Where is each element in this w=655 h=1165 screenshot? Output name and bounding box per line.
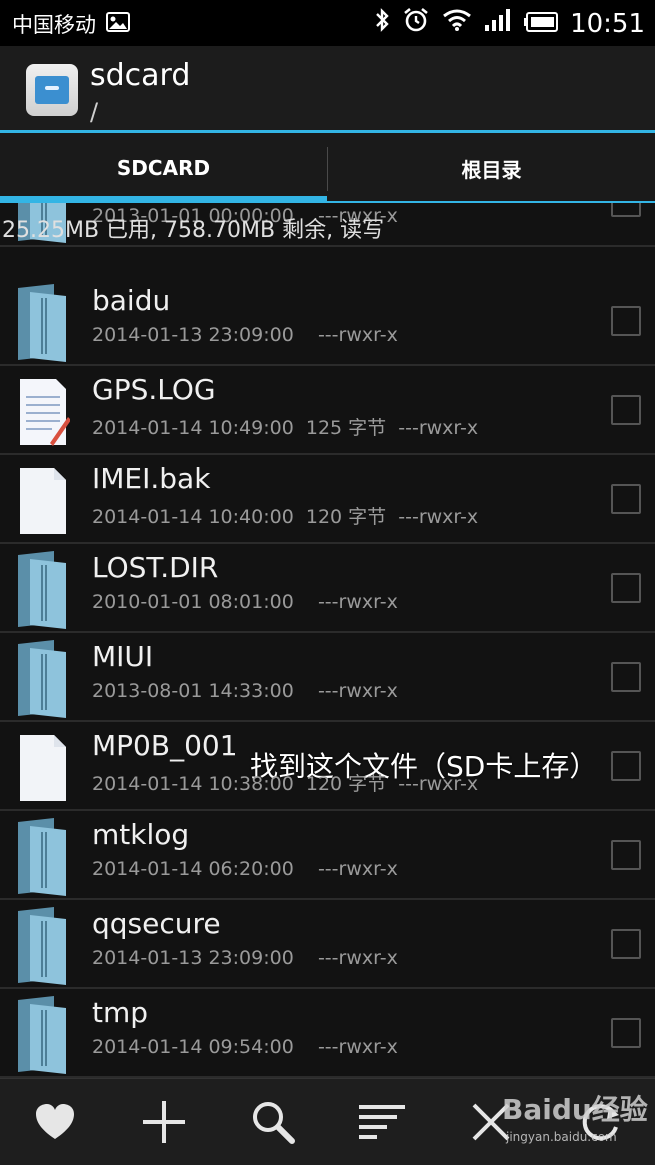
watermark-url: jingyan.baidu.com xyxy=(506,1130,617,1144)
file-meta: 2014-01-14 09:54:00 ---rwxr-x xyxy=(92,1036,398,1058)
signal-icon xyxy=(484,8,512,39)
wifi-icon xyxy=(442,8,472,39)
folder-icon xyxy=(16,549,70,629)
list-item[interactable]: qqsecure 2014-01-13 23:09:00 ---rwxr-x xyxy=(0,899,655,989)
select-checkbox[interactable] xyxy=(611,203,641,217)
file-name: MP0B_001 xyxy=(92,729,238,762)
file-meta: 2014-01-14 06:20:00 ---rwxr-x xyxy=(92,858,398,880)
list-item[interactable]: mtklog 2014-01-14 06:20:00 ---rwxr-x xyxy=(0,810,655,900)
list-item[interactable]: baidu 2014-01-13 23:09:00 ---rwxr-x xyxy=(0,276,655,366)
select-checkbox[interactable] xyxy=(611,484,641,514)
carrier-label: 中国移动 xyxy=(12,13,96,37)
clock: 10:51 xyxy=(570,8,645,39)
file-name: IMEI.bak xyxy=(92,462,211,495)
folder-icon xyxy=(16,282,70,362)
image-icon xyxy=(106,11,130,37)
file-meta: 2010-01-01 08:01:00 ---rwxr-x xyxy=(92,591,398,613)
file-name: baidu xyxy=(92,284,171,317)
file-meta: 2014-01-14 10:49:00 125 字节 ---rwxr-x xyxy=(92,417,479,439)
file-meta: 2014-01-13 23:09:00 ---rwxr-x xyxy=(92,324,398,346)
plus-icon[interactable] xyxy=(139,1097,189,1147)
tab-root[interactable]: 根目录 xyxy=(328,133,655,203)
file-name: MIUI xyxy=(92,640,154,673)
select-checkbox[interactable] xyxy=(611,929,641,959)
list-item[interactable]: IMEI.bak 2014-01-14 10:40:00 120 字节 ---r… xyxy=(0,454,655,544)
select-checkbox[interactable] xyxy=(611,1018,641,1048)
select-checkbox[interactable] xyxy=(611,662,641,692)
select-checkbox[interactable] xyxy=(611,573,641,603)
status-bar: 中国移动 10:51 xyxy=(0,0,655,46)
current-path: / xyxy=(90,98,99,126)
select-checkbox[interactable] xyxy=(611,395,641,425)
storage-info: 25.25MB 已用, 758.70MB 剩余, 读写 xyxy=(2,218,385,243)
file-name: GPS.LOG xyxy=(92,373,216,406)
list-item[interactable]: LOST.DIR 2010-01-01 08:01:00 ---rwxr-x xyxy=(0,543,655,633)
battery-icon xyxy=(524,9,559,39)
page-title: sdcard xyxy=(90,58,191,93)
file-icon xyxy=(16,460,70,540)
text-file-icon xyxy=(16,371,71,451)
search-icon[interactable] xyxy=(248,1097,298,1147)
folder-icon xyxy=(16,816,70,896)
file-meta: 2014-01-13 23:09:00 ---rwxr-x xyxy=(92,947,398,969)
file-name: tmp xyxy=(92,996,149,1029)
file-meta: 2014-01-14 10:40:00 120 字节 ---rwxr-x xyxy=(92,506,479,528)
file-name: qqsecure xyxy=(92,907,221,940)
file-meta: 2014-01-14 10:38:00 120 字节 ---rwxr-x xyxy=(92,773,479,795)
app-icon[interactable] xyxy=(26,64,78,116)
folder-icon xyxy=(16,905,70,985)
list-item[interactable]: MIUI 2013-08-01 14:33:00 ---rwxr-x xyxy=(0,632,655,722)
bluetooth-icon xyxy=(374,7,390,40)
select-checkbox[interactable] xyxy=(611,840,641,870)
tab-selected-indicator xyxy=(0,196,327,203)
list-item[interactable]: GPS.LOG 2014-01-14 10:49:00 125 字节 ---rw… xyxy=(0,365,655,455)
watermark-logo: Baidu经验 xyxy=(502,1093,648,1126)
tab-sdcard[interactable]: SDCARD xyxy=(0,133,327,203)
file-name: LOST.DIR xyxy=(92,551,219,584)
file-meta: 2013-08-01 14:33:00 ---rwxr-x xyxy=(92,680,398,702)
file-icon xyxy=(16,727,70,807)
sort-icon[interactable] xyxy=(357,1097,407,1147)
select-checkbox[interactable] xyxy=(611,751,641,781)
alarm-icon xyxy=(402,6,430,41)
heart-icon[interactable] xyxy=(30,1097,80,1147)
list-item[interactable]: MP0B_001 找到这个文件（SD卡上存） 2014-01-14 10:38:… xyxy=(0,721,655,811)
list-item[interactable]: tmp 2014-01-14 09:54:00 ---rwxr-x xyxy=(0,988,655,1078)
file-name: mtklog xyxy=(92,818,190,851)
action-bar: sdcard / xyxy=(0,46,655,130)
select-checkbox[interactable] xyxy=(611,306,641,336)
folder-icon xyxy=(16,994,70,1074)
file-list[interactable]: 2013-01-01 00:00:00 ---rwxr-x baidu 2014… xyxy=(0,203,655,1078)
folder-icon xyxy=(16,638,70,718)
tab-bar: SDCARD 根目录 xyxy=(0,133,655,203)
